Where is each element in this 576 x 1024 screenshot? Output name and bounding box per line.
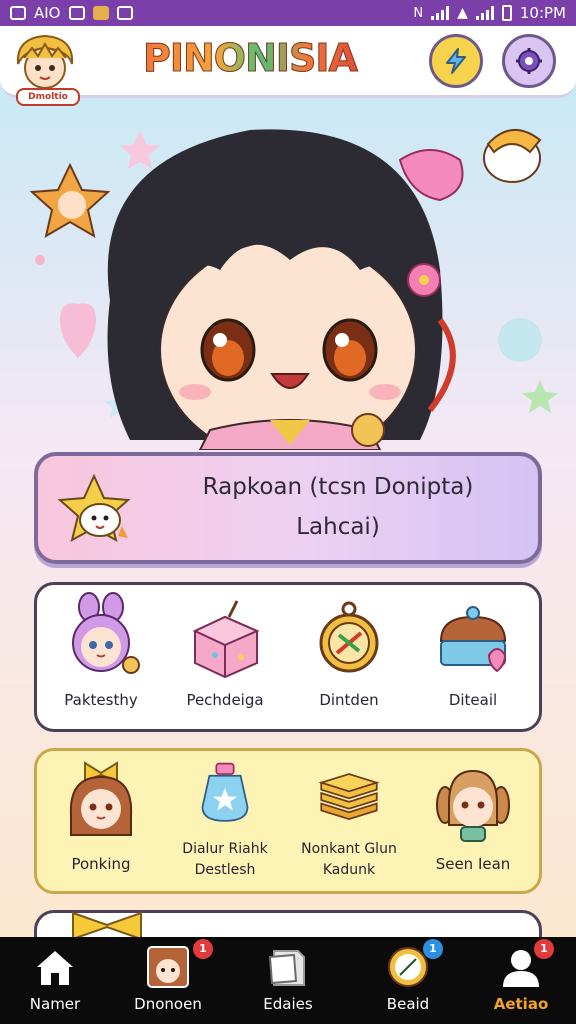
pocket-watch-icon — [319, 601, 379, 673]
hero-character-image — [29, 128, 558, 450]
menu-item-dintden[interactable]: Dintden — [289, 587, 409, 727]
menu-item-paktesthy[interactable]: Paktesthy — [41, 587, 161, 727]
nav-label: Aetiao — [493, 995, 549, 1013]
menu-item-label: Seen Iean — [435, 855, 511, 873]
nav-label: Beaid — [386, 995, 430, 1013]
wifi-icon: ▲ — [457, 5, 468, 21]
nav-characters[interactable]: 1 Dnonoen — [113, 937, 223, 1024]
battery-icon — [501, 5, 512, 21]
nav-label: Edaies — [263, 995, 313, 1013]
nav-badge: 1 — [423, 939, 443, 959]
nav-stories[interactable]: Edaies — [233, 937, 343, 1024]
event-banner[interactable]: Rapkoan (tcsn Donipta) Lahcai) — [34, 452, 542, 564]
character-icon — [147, 946, 189, 988]
nav-badge: 1 — [193, 939, 213, 959]
banner-icon — [56, 470, 138, 550]
app-title: PINONISIA — [140, 36, 360, 81]
menu-item-pancake[interactable]: Nonkant Glun Kadunk — [289, 751, 409, 891]
gear-icon — [516, 48, 542, 74]
hero-illustration — [0, 100, 576, 450]
nav-profile[interactable]: 1 Aetiao — [466, 937, 576, 1024]
menu-item-diteail[interactable]: Diteail — [413, 587, 533, 727]
gift-box-icon — [192, 600, 260, 679]
status-left-text: AIO — [34, 4, 61, 22]
home-icon — [37, 951, 73, 985]
signal-icon-2 — [475, 6, 494, 20]
cake-icon — [439, 606, 507, 673]
notification-icon — [10, 6, 26, 20]
nav-board[interactable]: 1 Beaid — [353, 937, 463, 1024]
menu-item-label: Diteail — [448, 691, 498, 709]
star-mascot-icon — [57, 473, 131, 542]
menu-item-label: Pechdeiga — [186, 691, 264, 709]
menu-panel-primary: Paktesthy Pechdeiga Dintden Diteail — [34, 582, 542, 732]
settings-button[interactable] — [502, 34, 556, 88]
document-icon — [268, 950, 305, 986]
app-notification-icon — [68, 6, 85, 20]
bottom-navigation: Namer 1 Dnonoen Edaies 1 Beaid 1 Aetiao — [0, 937, 576, 1024]
app-header: Dmoltio PINONISIA — [0, 26, 576, 106]
potion-icon — [201, 762, 249, 822]
pigtail-girl-icon — [436, 769, 510, 842]
menu-item-seen-iean[interactable]: Seen Iean — [413, 751, 533, 891]
menu-panel-secondary: Ponking Dialur Riahk Destlesh Nonkant Gl… — [34, 748, 542, 894]
lightning-button[interactable] — [429, 34, 483, 88]
nav-label: Dnonoen — [134, 995, 202, 1013]
nav-badge: 1 — [534, 939, 554, 959]
message-icon — [116, 6, 133, 20]
lightning-icon — [446, 48, 466, 74]
bow-girl-icon — [69, 761, 133, 836]
menu-item-label: Ponking — [71, 855, 131, 873]
menu-item-potion[interactable]: Dialur Riahk Destlesh — [165, 751, 285, 891]
pancake-icon — [318, 773, 380, 821]
menu-item-ponking[interactable]: Ponking — [41, 751, 161, 891]
menu-item-label: Dialur Riahk Destlesh — [182, 841, 268, 878]
menu-item-pechdeiga[interactable]: Pechdeiga — [165, 587, 285, 727]
menu-item-label: Nonkant Glun Kadunk — [301, 841, 397, 878]
menu-item-label: Paktesthy — [64, 691, 138, 709]
nav-home[interactable]: Namer — [0, 937, 110, 1024]
menu-item-label: Dintden — [319, 691, 379, 709]
status-time: 10:PM — [519, 4, 566, 22]
game-notification-icon — [92, 6, 109, 20]
nfc-icon: N — [413, 5, 424, 21]
bunny-girl-icon — [72, 592, 140, 674]
banner-title: Rapkoan (tcsn Donipta) — [202, 474, 474, 500]
banner-subtitle: Lahcai) — [296, 514, 380, 540]
status-bar: AIO N ▲ 10:PM — [0, 0, 576, 26]
signal-icon — [431, 6, 450, 20]
nav-label: Namer — [29, 995, 81, 1013]
